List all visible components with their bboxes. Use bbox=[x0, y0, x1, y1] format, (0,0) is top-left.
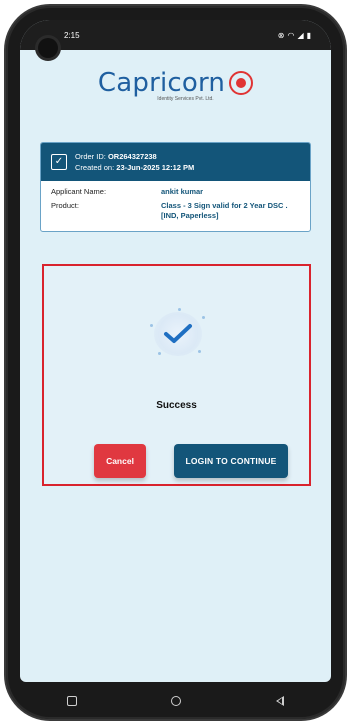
product-value: Class - 3 Sign valid for 2 Year DSC . [I… bbox=[161, 201, 288, 220]
status-bar: 2:15 ⊗ ◠ ◢ ▮ bbox=[20, 20, 331, 50]
capricorn-logo-icon bbox=[229, 71, 254, 95]
brand-name: Capricorn bbox=[97, 68, 226, 98]
phone-frame: 2:15 ⊗ ◠ ◢ ▮ Capricorn Identity Services… bbox=[6, 6, 345, 719]
login-to-continue-button[interactable]: LOGIN TO CONTINUE bbox=[174, 444, 288, 478]
status-icons: ⊗ ◠ ◢ ▮ bbox=[278, 31, 311, 40]
order-card-header: ✓ Order ID: OR264327238 Created on: 23-J… bbox=[41, 143, 310, 181]
order-id-label: Order ID: bbox=[75, 152, 106, 161]
brand-logo-row: Capricorn bbox=[97, 68, 254, 98]
product-row: Product: Class - 3 Sign valid for 2 Year… bbox=[51, 201, 300, 221]
home-icon[interactable] bbox=[171, 696, 182, 706]
order-created-value: 23-Jun-2025 12:12 PM bbox=[116, 163, 195, 172]
order-card-body: Applicant Name: ankit kumar Product: Cla… bbox=[41, 181, 310, 231]
recent-apps-icon[interactable] bbox=[67, 696, 78, 706]
order-card: ✓ Order ID: OR264327238 Created on: 23-J… bbox=[40, 142, 311, 232]
notification-icon: ⊗ bbox=[277, 30, 285, 40]
applicant-label: Applicant Name: bbox=[51, 187, 107, 196]
order-created-label: Created on: bbox=[75, 163, 115, 172]
order-id-line: Order ID: OR264327238 bbox=[75, 151, 194, 162]
shopping-bag-icon: ✓ bbox=[51, 154, 67, 170]
battery-icon: ▮ bbox=[306, 30, 311, 40]
applicant-row: Applicant Name: ankit kumar bbox=[51, 187, 300, 197]
success-dialog: Success Cancel LOGIN TO CONTINUE bbox=[42, 264, 311, 486]
success-illustration bbox=[148, 306, 208, 362]
brand-subtitle: Identity Services Pvt. Ltd. bbox=[157, 96, 214, 102]
brand-header: Capricorn Identity Services Pvt. Ltd. bbox=[20, 68, 331, 102]
order-id-value: OR264327238 bbox=[107, 152, 157, 161]
order-created-line: Created on: 23-Jun-2025 12:12 PM bbox=[75, 162, 194, 173]
front-camera bbox=[38, 38, 58, 58]
back-icon[interactable] bbox=[275, 696, 284, 706]
wifi-icon: ◠ bbox=[287, 30, 295, 40]
success-label: Success bbox=[156, 400, 197, 411]
status-time: 2:15 bbox=[64, 30, 80, 40]
cancel-button[interactable]: Cancel bbox=[94, 444, 146, 478]
navigation-bar bbox=[20, 682, 331, 720]
applicant-value: ankit kumar bbox=[161, 187, 204, 196]
checkmark-icon bbox=[164, 324, 192, 343]
signal-icon: ◢ bbox=[297, 30, 304, 40]
order-meta: Order ID: OR264327238 Created on: 23-Jun… bbox=[75, 151, 194, 173]
app-screen: 2:15 ⊗ ◠ ◢ ▮ Capricorn Identity Services… bbox=[20, 20, 331, 682]
product-label: Product: bbox=[51, 201, 79, 210]
